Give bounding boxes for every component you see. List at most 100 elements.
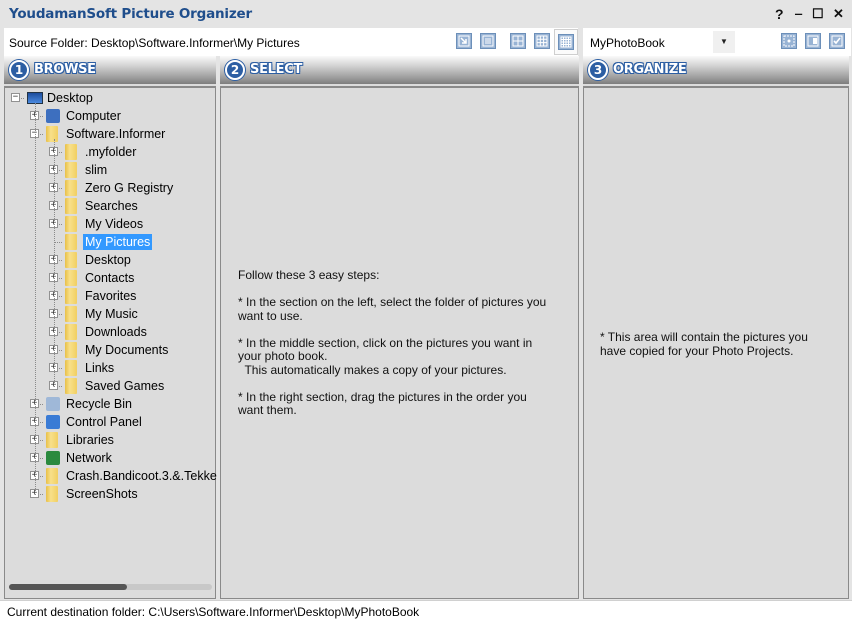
grid-4x4-button[interactable] xyxy=(554,29,578,55)
tree-item-label: ScreenShots xyxy=(66,487,138,501)
tree-item[interactable]: + Libraries xyxy=(5,431,215,449)
computer-icon xyxy=(46,109,60,123)
tree-item[interactable]: + Favorites xyxy=(5,287,215,305)
source-folder-bar: Source Folder: Desktop\Software.Informer… xyxy=(4,28,578,56)
folder-icon xyxy=(46,486,58,502)
folder-tree-container: − Desktop + Computer − Software.Informer + .myf… xyxy=(4,86,217,599)
tree-item-label: Software.Informer xyxy=(66,127,166,141)
tree-item[interactable]: − Desktop xyxy=(5,89,215,107)
collapse-icon[interactable]: − xyxy=(11,93,20,102)
tree-item-label: My Documents xyxy=(85,343,169,357)
chevron-down-icon[interactable]: ▼ xyxy=(713,31,735,53)
step-number-1: 1 xyxy=(9,60,29,80)
network-icon xyxy=(46,451,60,465)
tree-item[interactable]: − Software.Informer xyxy=(5,125,215,143)
folder-icon xyxy=(65,162,77,178)
tree-item[interactable]: + My Documents xyxy=(5,341,215,359)
tree-item[interactable]: + Desktop xyxy=(5,251,215,269)
tree-item[interactable]: + Downloads xyxy=(5,323,215,341)
recycle-bin-icon xyxy=(46,397,60,411)
tree-item[interactable]: + Links xyxy=(5,359,215,377)
tree-item-label: My Music xyxy=(85,307,138,321)
music-folder-icon xyxy=(65,306,77,322)
browse-title: BROWSE xyxy=(34,62,96,77)
tree-item[interactable]: + Searches xyxy=(5,197,215,215)
close-button[interactable]: ✕ xyxy=(833,6,844,22)
tree-item[interactable]: My Pictures xyxy=(5,233,215,251)
tree-item[interactable]: + slim xyxy=(5,161,215,179)
tree-item-label: Recycle Bin xyxy=(66,397,132,411)
tree-item-label: Network xyxy=(66,451,112,465)
downloads-folder-icon xyxy=(65,324,77,340)
maximize-button[interactable]: ☐ xyxy=(812,6,824,22)
tree-item-label: slim xyxy=(85,163,108,177)
search-folder-icon xyxy=(65,198,77,214)
select-panel: 2 SELECT Follow these 3 easy steps: * In… xyxy=(220,56,579,599)
tree-item[interactable]: + Contacts xyxy=(5,269,215,287)
check-icon[interactable] xyxy=(829,33,845,49)
organize-panel: 3 ORGANIZE * This area will contain the … xyxy=(583,56,849,599)
tree-item-label: .myfolder xyxy=(85,145,137,159)
organize-title: ORGANIZE xyxy=(613,62,687,77)
tree-item[interactable]: + Zero G Registry xyxy=(5,179,215,197)
select-title: SELECT xyxy=(250,62,303,77)
organize-placeholder-text: * This area will contain the pictures yo… xyxy=(600,330,808,358)
step-number-3: 3 xyxy=(588,60,608,80)
folder-icon xyxy=(65,180,77,196)
tree-item[interactable]: + My Videos xyxy=(5,215,215,233)
tree-item[interactable]: + .myfolder xyxy=(5,143,215,161)
tree-item-label: My Videos xyxy=(85,217,144,231)
browse-header: 1 BROWSE xyxy=(4,56,216,84)
games-folder-icon xyxy=(65,378,77,394)
control-panel-icon xyxy=(46,415,60,429)
tree-item[interactable]: + Computer xyxy=(5,107,215,125)
tree-item-label: Desktop xyxy=(47,91,93,105)
tree-item-label: Saved Games xyxy=(85,379,165,393)
tree-item[interactable]: + Saved Games xyxy=(5,377,215,395)
tree-item-label: Control Panel xyxy=(66,415,142,429)
picture-selection-area[interactable]: Follow these 3 easy steps: * In the sect… xyxy=(220,86,579,599)
tree-connector xyxy=(35,103,36,495)
tree-item-label: Favorites xyxy=(85,289,137,303)
scrollbar-thumb[interactable] xyxy=(9,584,127,590)
user-folder-icon xyxy=(46,126,58,142)
tree-item[interactable]: + Crash.Bandicoot.3.&.Tekke xyxy=(5,467,217,485)
links-folder-icon xyxy=(65,360,77,376)
destination-folder-status: Current destination folder: C:\Users\Sof… xyxy=(7,605,420,619)
project-select[interactable]: MyPhotoBook ▼ xyxy=(585,31,735,53)
grid-4x4-icon[interactable] xyxy=(558,34,574,50)
help-button[interactable]: ? xyxy=(775,6,784,22)
instructions-text: Follow these 3 easy steps: * In the sect… xyxy=(238,268,547,417)
favorites-folder-icon xyxy=(65,288,77,304)
horizontal-scrollbar[interactable] xyxy=(9,584,212,590)
folder-icon xyxy=(46,468,58,484)
contacts-folder-icon xyxy=(65,270,77,286)
tree-item-label: My Pictures xyxy=(83,234,153,250)
source-folder-path: Source Folder: Desktop\Software.Informer… xyxy=(9,36,300,50)
tree-item-label: Computer xyxy=(66,109,121,123)
tree-item[interactable]: + My Music xyxy=(5,305,215,323)
select-area-icon[interactable] xyxy=(781,33,797,49)
tree-connector xyxy=(54,139,55,387)
toolbar: Source Folder: Desktop\Software.Informer… xyxy=(0,28,852,56)
grid-2x2-icon[interactable] xyxy=(510,33,526,49)
organize-drop-area[interactable]: * This area will contain the pictures yo… xyxy=(583,86,849,599)
tree-item[interactable]: + Control Panel xyxy=(5,413,215,431)
tree-item-label: Links xyxy=(85,361,115,375)
minimize-button[interactable]: ‒ xyxy=(795,6,802,21)
list-view-icon[interactable] xyxy=(480,33,496,49)
tree-item[interactable]: + Network xyxy=(5,449,215,467)
tree-item[interactable]: + Recycle Bin xyxy=(5,395,215,413)
status-bar: Current destination folder: C:\Users\Sof… xyxy=(0,600,852,623)
libraries-icon xyxy=(46,432,58,448)
tree-item[interactable]: + ScreenShots xyxy=(5,485,215,503)
pictures-folder-icon xyxy=(65,234,77,250)
browse-panel: 1 BROWSE − Desktop + Computer − Software.Info… xyxy=(4,56,217,599)
tree-item-label: Downloads xyxy=(85,325,147,339)
tree-item-label: Desktop xyxy=(85,253,131,267)
import-icon[interactable] xyxy=(456,33,472,49)
desktop-folder-icon xyxy=(65,252,77,268)
copy-icon[interactable] xyxy=(805,33,821,49)
grid-3x3-icon[interactable] xyxy=(534,33,550,49)
step-number-2: 2 xyxy=(225,60,245,80)
